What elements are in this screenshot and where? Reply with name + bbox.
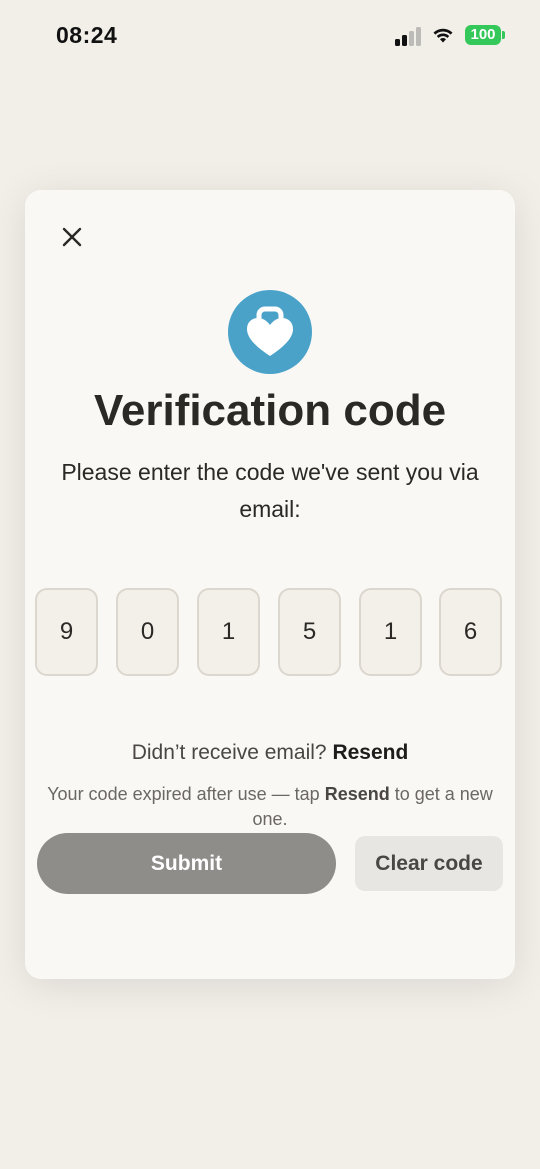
instruction-text: Please enter the code we've sent you via… bbox=[61, 459, 479, 522]
expired-code-note: Your code expired after use — tap Resend… bbox=[45, 782, 495, 832]
submit-button[interactable]: Submit bbox=[37, 833, 336, 894]
close-icon[interactable] bbox=[55, 220, 89, 254]
code-digit-1[interactable]: 9 bbox=[35, 588, 98, 676]
battery-cap bbox=[502, 31, 505, 39]
expired-note-text-before: Your code expired after use — tap bbox=[47, 784, 325, 804]
cellular-signal-icon bbox=[395, 26, 423, 46]
resend-line: Didn’t receive email? Resend bbox=[25, 741, 515, 765]
code-digit-2[interactable]: 0 bbox=[116, 588, 179, 676]
resend-prompt: Didn’t receive email? bbox=[131, 741, 327, 764]
code-digit-5[interactable]: 1 bbox=[359, 588, 422, 676]
expired-note-resend: Resend bbox=[324, 784, 390, 804]
resend-link[interactable]: Resend bbox=[332, 741, 408, 764]
code-digit-3[interactable]: 1 bbox=[197, 588, 260, 676]
wifi-icon bbox=[431, 24, 455, 44]
heart-lock-icon bbox=[228, 290, 312, 374]
status-bar: 08:24 100 bbox=[0, 0, 540, 72]
status-time: 08:24 bbox=[56, 22, 118, 48]
page-title: Verification code bbox=[93, 386, 447, 435]
battery-icon: 100 bbox=[465, 25, 501, 45]
code-input-row: 9 0 1 5 1 6 bbox=[35, 588, 507, 678]
code-digit-4[interactable]: 5 bbox=[278, 588, 341, 676]
verification-modal: Verification code Please enter the code … bbox=[25, 190, 515, 979]
code-digit-6[interactable]: 6 bbox=[439, 588, 502, 676]
clear-code-button[interactable]: Clear code bbox=[355, 836, 503, 891]
